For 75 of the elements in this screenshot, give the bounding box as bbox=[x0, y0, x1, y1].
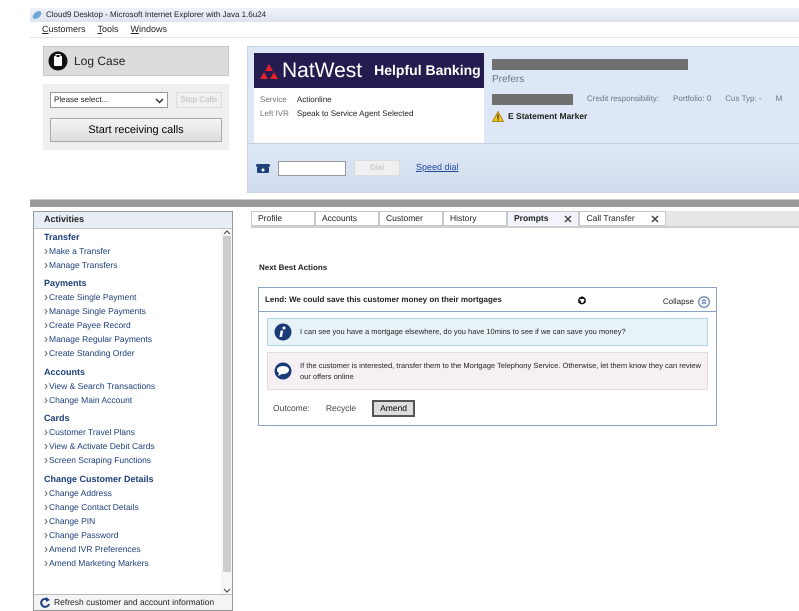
panel-title: Activities bbox=[34, 212, 232, 228]
activity-link[interactable]: Manage Regular Payments bbox=[44, 332, 211, 346]
activity-link[interactable]: Amend IVR Preferences bbox=[44, 542, 211, 556]
close-icon[interactable] bbox=[564, 214, 572, 222]
activity-link[interactable]: Screen Scraping Functions bbox=[44, 454, 211, 468]
call-type-select[interactable]: Please select... bbox=[50, 92, 168, 108]
info-label: Left IVR bbox=[260, 108, 289, 120]
chevron-down-icon bbox=[154, 96, 164, 104]
customer-field: Cus Typ: - bbox=[725, 93, 762, 105]
tab[interactable]: Call Transfer bbox=[579, 211, 666, 226]
close-icon[interactable] bbox=[650, 214, 659, 222]
outcome-label: Outcome: bbox=[273, 402, 310, 415]
brand-logo-icon bbox=[260, 62, 278, 78]
activity-link[interactable]: Change Password bbox=[44, 528, 211, 542]
activity-link[interactable]: View & Activate Debit Cards bbox=[44, 440, 211, 454]
activity-link[interactable]: Amend Marketing Markers bbox=[44, 556, 211, 570]
double-chevron-up-icon bbox=[698, 296, 710, 308]
refresh-icon bbox=[40, 597, 50, 608]
brand-name: NatWest bbox=[282, 58, 362, 84]
app-icon bbox=[32, 10, 42, 20]
activity-link[interactable]: Change Address bbox=[44, 486, 211, 500]
splitter-bar[interactable] bbox=[30, 199, 799, 207]
outcome-button[interactable]: Amend bbox=[372, 400, 416, 417]
menu-item[interactable]: Tools bbox=[98, 22, 119, 36]
clipboard-icon bbox=[48, 51, 68, 71]
activity-link[interactable]: Change Main Account bbox=[44, 393, 211, 407]
group-heading: Transfer bbox=[44, 230, 81, 244]
warning-icon bbox=[492, 110, 504, 122]
chevron-down-icon bbox=[222, 587, 230, 594]
group-heading: Payments bbox=[44, 277, 88, 290]
activity-link[interactable]: Change Contact Details bbox=[44, 500, 211, 514]
info-value: Speak to Service Agent Selected bbox=[296, 108, 414, 120]
chevron-up-icon bbox=[222, 228, 230, 236]
telephone-icon bbox=[256, 163, 270, 173]
phone-number-field[interactable] bbox=[278, 160, 346, 176]
collapse-button[interactable]: Collapse bbox=[662, 296, 710, 308]
menu-item[interactable]: Customers bbox=[42, 22, 86, 36]
window-title: Cloud9 Desktop - Microsoft Internet Explorer with Java 1.6u24 bbox=[46, 9, 266, 21]
card-title: Lend: We could save this customer money on their mortgages bbox=[265, 294, 502, 306]
section-title: Next Best Actions bbox=[259, 262, 328, 274]
prefers-label: Prefers bbox=[492, 73, 526, 87]
group-heading: Accounts bbox=[44, 366, 86, 378]
activity-link[interactable]: Create Standing Order bbox=[44, 346, 211, 360]
info-value: Actionline bbox=[296, 94, 333, 106]
activity-link[interactable]: Make a Transfer bbox=[44, 244, 211, 258]
brand-tagline: Helpful Banking bbox=[374, 61, 481, 80]
scrollbar-thumb[interactable] bbox=[222, 236, 230, 572]
activity-link[interactable]: View & Search Transactions bbox=[44, 379, 211, 393]
customer-field: Credit responsibility: bbox=[587, 93, 660, 105]
group-heading: Cards bbox=[44, 412, 71, 425]
tab[interactable]: Profile bbox=[251, 211, 315, 226]
statement-marker: E Statement Marker bbox=[508, 110, 588, 123]
tab[interactable]: Customer bbox=[379, 211, 443, 226]
start-receiving-calls-button[interactable]: Start receiving calls bbox=[50, 118, 222, 142]
tab[interactable]: Prompts bbox=[507, 211, 580, 226]
tab[interactable]: Accounts bbox=[315, 211, 379, 226]
log-case-button[interactable]: Log Case bbox=[43, 46, 229, 76]
customer-field: Portfolio: 0 bbox=[673, 93, 712, 105]
outcome-option[interactable]: Recycle bbox=[326, 402, 356, 415]
activity-link[interactable]: Manage Single Payments bbox=[44, 304, 211, 318]
info-label: Service bbox=[260, 94, 288, 106]
refresh-link[interactable]: Refresh customer and account information bbox=[34, 594, 232, 610]
customer-field: M bbox=[776, 93, 782, 105]
activity-link[interactable]: Manage Transfers bbox=[44, 258, 211, 272]
activity-link[interactable]: Create Single Payment bbox=[44, 290, 211, 304]
info-icon bbox=[274, 323, 292, 341]
menu-item[interactable]: Windows bbox=[130, 22, 168, 36]
speed-dial-link[interactable]: Speed dial bbox=[416, 161, 459, 175]
activity-link[interactable]: Change PIN bbox=[44, 514, 211, 528]
scrollbar[interactable] bbox=[221, 228, 232, 594]
activity-link[interactable]: Customer Travel Plans bbox=[44, 426, 211, 440]
speech-bubble-icon bbox=[274, 362, 292, 380]
group-heading: Change Customer Details bbox=[44, 472, 155, 486]
activity-link[interactable]: Create Payee Record bbox=[44, 318, 211, 332]
tab[interactable]: History bbox=[443, 211, 507, 226]
